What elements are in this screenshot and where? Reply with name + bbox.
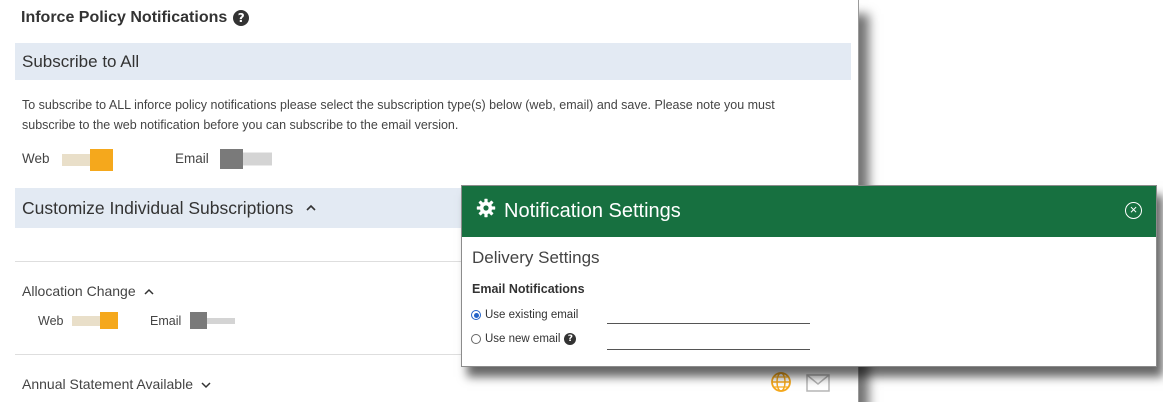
modal-title: Notification Settings bbox=[504, 199, 681, 222]
annual-statement-toggle[interactable]: Annual Statement Available bbox=[22, 376, 211, 392]
web-label: Web bbox=[22, 151, 50, 166]
email-label: Email bbox=[150, 314, 182, 328]
email-notifications-heading: Email Notifications bbox=[472, 282, 585, 296]
gear-icon bbox=[476, 198, 496, 224]
allocation-change-label: Allocation Change bbox=[22, 283, 136, 299]
help-circle-icon[interactable]: ? bbox=[564, 333, 577, 345]
chevron-down-icon bbox=[197, 376, 211, 392]
notification-settings-modal: Notification Settings × Delivery Setting… bbox=[461, 185, 1157, 367]
annual-statement-label: Annual Statement Available bbox=[22, 376, 193, 392]
chevron-up-icon bbox=[306, 201, 316, 217]
modal-title-wrap: Notification Settings bbox=[476, 198, 681, 224]
radio-new-email[interactable] bbox=[471, 334, 481, 344]
subscribe-all-email-row: Email bbox=[175, 151, 209, 166]
help-circle-icon[interactable]: ? bbox=[233, 10, 250, 26]
email-label: Email bbox=[175, 151, 209, 166]
existing-email-field[interactable] bbox=[607, 323, 810, 324]
close-icon[interactable]: × bbox=[1125, 202, 1142, 219]
globe-icon[interactable] bbox=[770, 371, 792, 398]
allocation-email-toggle[interactable] bbox=[190, 312, 235, 329]
customize-heading: Customize Individual Subscriptions bbox=[22, 198, 294, 218]
allocation-web-toggle[interactable] bbox=[72, 312, 118, 329]
page-title: Inforce Policy Notifications bbox=[21, 9, 228, 26]
web-toggle-all[interactable] bbox=[62, 149, 113, 171]
subscribe-all-web-row: Web bbox=[22, 151, 50, 166]
allocation-web-row: Web bbox=[38, 314, 63, 328]
use-new-email-option[interactable]: Use new email ? bbox=[471, 333, 577, 345]
delivery-settings-heading: Delivery Settings bbox=[472, 248, 600, 267]
use-new-email-label: Use new email bbox=[485, 333, 561, 345]
use-existing-email-label: Use existing email bbox=[485, 309, 579, 321]
toggle-knob bbox=[190, 312, 207, 329]
web-label: Web bbox=[38, 314, 64, 328]
email-toggle-knob bbox=[220, 149, 243, 169]
subscribe-all-header: Subscribe to All bbox=[15, 43, 851, 80]
toggle-knob bbox=[100, 312, 118, 329]
radio-existing-email[interactable] bbox=[471, 310, 481, 320]
subscribe-all-description: To subscribe to ALL inforce policy notif… bbox=[22, 98, 775, 132]
allocation-email-row: Email bbox=[150, 314, 181, 328]
new-email-field[interactable] bbox=[607, 349, 810, 350]
allocation-change-toggle[interactable]: Allocation Change bbox=[22, 283, 154, 299]
modal-header: Notification Settings × bbox=[462, 186, 1156, 237]
use-existing-email-option[interactable]: Use existing email bbox=[471, 309, 578, 321]
subscribe-all-heading: Subscribe to All bbox=[22, 52, 140, 71]
email-toggle-all[interactable] bbox=[220, 149, 272, 169]
chevron-up-icon bbox=[140, 283, 154, 299]
page-title-wrap: Inforce Policy Notifications ? bbox=[21, 9, 250, 27]
web-toggle-knob bbox=[90, 149, 113, 171]
mail-icon[interactable] bbox=[806, 374, 830, 397]
